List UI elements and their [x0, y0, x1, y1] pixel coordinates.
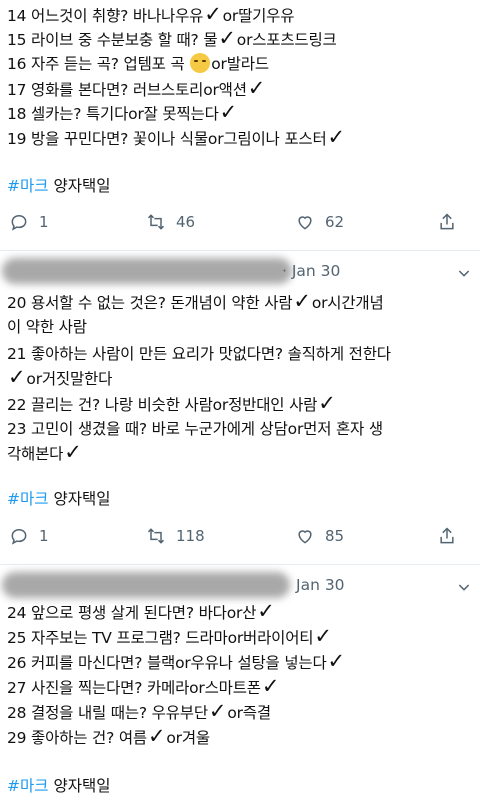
like-button[interactable]: 85 [295, 526, 344, 546]
q28-alt: or즉결 [227, 704, 271, 722]
reply-count: 1 [39, 213, 49, 231]
q27-text: 27 사진을 찍는다면? 카메라or스마트폰 [7, 679, 261, 697]
q16-alt: or발라드 [211, 55, 269, 73]
like-button[interactable]: 62 [295, 212, 344, 232]
share-icon [440, 213, 454, 230]
check-icon: ✓ [208, 699, 227, 723]
q23-line-cont: 각해본다✓ [7, 442, 83, 465]
q16-line: 16 자주 듣는 곡? 업템포 곡 or발라드 [7, 53, 269, 75]
q14-line: 14 어느것이 취향? 바나나우유✓or딸기우유 [7, 2, 295, 27]
retweet-count: 118 [176, 527, 205, 545]
q20-line: 20 용서할 수 없는 것은? 돈개념이 약한 사람✓or시간개념 [7, 291, 384, 314]
reply-icon [11, 528, 27, 545]
check-icon: ✓ [327, 649, 346, 673]
q21-line: 21 좋아하는 사람이 만든 요리가 맛없다면? 솔직하게 전한다 [7, 345, 391, 363]
hashtag-line: #마크 양자택일 [7, 775, 110, 797]
tweet-date: Jan 30 [296, 576, 345, 594]
check-icon: ✓ [204, 2, 222, 26]
reply-icon [11, 214, 27, 231]
q23-line: 23 고민이 생겼을 때? 바로 누군가에게 상담or먼저 혼자 생 [7, 420, 383, 438]
share-button[interactable] [437, 212, 457, 232]
check-icon: ✓ [218, 26, 236, 50]
q15-alt: or스포츠드링크 [236, 31, 337, 49]
q29-line: 29 좋아하는 건? 여름✓or겨울 [7, 726, 210, 749]
share-button[interactable] [437, 526, 457, 546]
q19-line: 19 방을 꾸민다면? 꽃이나 식물or그림이나 포스터✓ [7, 127, 346, 150]
like-count: 62 [325, 213, 345, 231]
heart-icon [298, 530, 312, 544]
check-icon: ✓ [318, 391, 336, 415]
blurred-username [2, 572, 290, 598]
blurred-username [2, 258, 292, 284]
q26-text: 26 커피를 마신다면? 블랙or우유나 설탕을 넣는다 [7, 654, 327, 672]
reply-button[interactable]: 1 [9, 212, 49, 232]
q15-line: 15 라이브 중 수분보충 할 때? 물✓or스포츠드링크 [7, 28, 337, 51]
q18-line: 18 셀카는? 특기다or잘 못찍는다✓ [7, 102, 238, 125]
check-icon: ✓ [147, 724, 166, 748]
q17-line: 17 영화를 본다면? 러브스토리or액션✓ [7, 78, 266, 101]
check-icon: ✓ [293, 289, 311, 313]
check-icon: ✓ [219, 100, 238, 124]
q28-text: 28 결정을 내릴 때는? 우유부단 [7, 704, 208, 722]
q22-line: 22 끌리는 건? 나랑 비슷한 사람or정반대인 사람✓ [7, 393, 337, 416]
hashtag-line: #마크 양자택일 [7, 175, 110, 197]
q24-text: 24 앞으로 평생 살게 된다면? 바다or산 [7, 604, 257, 622]
retweet-icon [147, 528, 165, 544]
hashtag-link[interactable]: #마크 [7, 490, 49, 508]
q15-text: 15 라이브 중 수분보충 할 때? 물 [7, 31, 218, 49]
hashtag-text: 양자택일 [48, 777, 111, 795]
reply-count: 1 [39, 527, 49, 545]
q25-text: 25 자주보는 TV 프로그램? 드라마or버라이어티 [7, 629, 314, 647]
hashtag-line: #마크 양자택일 [7, 488, 110, 510]
q16-text: 16 자주 듣는 곡? 업템포 곡 [7, 55, 185, 73]
q21-line-cont: ✓or거짓말한다 [7, 367, 112, 390]
q26-line: 26 커피를 마신다면? 블랙or우유나 설탕을 넣는다✓ [7, 651, 346, 674]
q22-text: 22 끌리는 건? 나랑 비슷한 사람or정반대인 사람 [7, 396, 318, 414]
q27-line: 27 사진을 찍는다면? 카메라or스마트폰✓ [7, 676, 280, 699]
chevron-down-icon[interactable] [456, 265, 472, 281]
check-icon: ✓ [261, 674, 280, 698]
q29-alt: or겨울 [166, 729, 210, 747]
tweet-actions: 1 118 85 [0, 526, 480, 554]
hashtag-text: 양자택일 [48, 177, 111, 195]
check-icon: ✓ [314, 624, 332, 648]
hashtag-text: 양자택일 [48, 490, 111, 508]
q20-alt: or시간개념 [311, 294, 384, 312]
q14-alt: or딸기우유 [222, 7, 295, 25]
retweet-icon [147, 214, 165, 230]
retweet-count: 46 [176, 213, 196, 231]
tweet-actions: 1 46 62 [0, 212, 480, 240]
tweet-date: · Jan 30 [282, 262, 341, 280]
q28-line: 28 결정을 내릴 때는? 우유부단✓or즉결 [7, 701, 271, 724]
divider [0, 250, 480, 251]
smile-emoji-icon [190, 53, 211, 73]
retweet-button[interactable]: 118 [146, 526, 205, 546]
q19-text: 19 방을 꾸민다면? 꽃이나 식물or그림이나 포스터 [7, 130, 327, 148]
q20-line-cont: 이 약한 사람 [7, 318, 87, 336]
check-icon: ✓ [64, 440, 82, 464]
q29-text: 29 좋아하는 건? 여름 [7, 729, 147, 747]
check-icon: ✓ [257, 599, 275, 623]
heart-icon [298, 216, 312, 230]
q23-text: 각해본다 [7, 445, 64, 463]
retweet-button[interactable]: 46 [146, 212, 195, 232]
q17-text: 17 영화를 본다면? 러브스토리or액션 [7, 81, 247, 99]
like-count: 85 [325, 527, 345, 545]
divider [0, 564, 480, 565]
check-icon: ✓ [8, 365, 26, 389]
share-icon [440, 527, 454, 544]
hashtag-link[interactable]: #마크 [7, 777, 49, 795]
check-icon: ✓ [327, 125, 346, 149]
q24-line: 24 앞으로 평생 살게 된다면? 바다or산✓ [7, 601, 276, 624]
chevron-down-icon[interactable] [456, 579, 472, 595]
q14-text: 14 어느것이 취향? 바나나우유 [7, 7, 204, 25]
check-icon: ✓ [247, 76, 266, 100]
q25-line: 25 자주보는 TV 프로그램? 드라마or버라이어티✓ [7, 626, 333, 649]
hashtag-link[interactable]: #마크 [7, 177, 49, 195]
q20-text: 20 용서할 수 없는 것은? 돈개념이 약한 사람 [7, 294, 293, 312]
reply-button[interactable]: 1 [9, 526, 49, 546]
q21-alt: or거짓말한다 [26, 370, 113, 388]
q18-text: 18 셀카는? 특기다or잘 못찍는다 [7, 105, 219, 123]
